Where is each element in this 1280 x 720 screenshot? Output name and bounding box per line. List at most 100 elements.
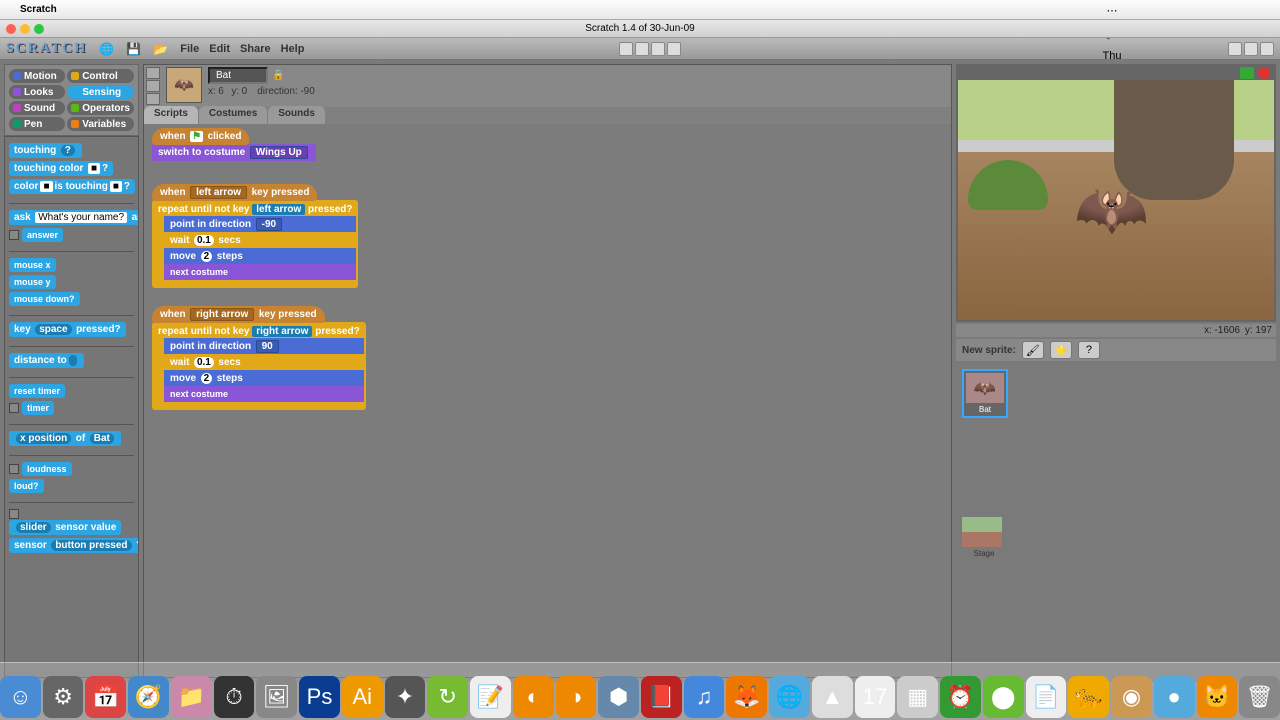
loudness-block[interactable]: loudness — [22, 462, 72, 476]
distance-block[interactable]: distance to — [9, 353, 84, 368]
edit-menu[interactable]: Edit — [209, 43, 230, 55]
mousex-block[interactable]: mouse x — [9, 258, 56, 272]
stamp-tool[interactable] — [619, 42, 633, 56]
dock-app-icon[interactable]: ◑ — [556, 676, 597, 718]
next-costume-block[interactable]: next costume — [164, 264, 356, 280]
point-direction-block[interactable]: point in direction -90 — [164, 216, 356, 233]
dock-app-icon[interactable]: 🌐 — [769, 676, 810, 718]
script-stack-1[interactable]: when ⚑ clicked switch to costume Wings U… — [152, 128, 316, 161]
mousedown-block[interactable]: mouse down? — [9, 292, 80, 306]
timer-checkbox[interactable] — [9, 403, 19, 413]
dock-app-icon[interactable]: ◉ — [1111, 676, 1152, 718]
script-stack-2[interactable]: when left arrow key pressed repeat until… — [152, 184, 358, 288]
move-block[interactable]: move 2 steps — [164, 370, 364, 387]
rotation-style-1[interactable] — [146, 67, 160, 79]
script-area[interactable]: when ⚑ clicked switch to costume Wings U… — [144, 124, 951, 677]
sprite-item-bat[interactable]: 🦇 Bat — [962, 369, 1008, 418]
category-looks[interactable]: Looks — [9, 85, 65, 99]
sensor-button-block[interactable]: sensor button pressed ? — [9, 538, 139, 553]
dock-app-icon[interactable]: 📝 — [470, 676, 511, 718]
tab-costumes[interactable]: Costumes — [199, 106, 267, 124]
color-touching-block[interactable]: color■is touching■? — [9, 179, 135, 194]
dock-app-icon[interactable]: Ps — [299, 676, 340, 718]
category-sensing[interactable]: Sensing — [67, 85, 134, 99]
touching-block[interactable]: touching ? — [9, 143, 82, 158]
dock-app-icon[interactable]: Ai — [342, 676, 383, 718]
sprite-name-input[interactable] — [208, 67, 268, 84]
dock-app-icon[interactable]: ● — [1154, 676, 1195, 718]
mousey-block[interactable]: mouse y — [9, 275, 56, 289]
dock-app-icon[interactable]: 🧭 — [128, 676, 169, 718]
move-block[interactable]: move 2 steps — [164, 248, 356, 265]
choose-sprite-button[interactable]: ⭐ — [1050, 341, 1072, 359]
minimize-window-button[interactable] — [20, 24, 30, 34]
when-key-pressed-hat[interactable]: when right arrow key pressed — [152, 306, 325, 323]
ask-block[interactable]: ask What's your name? and wait — [9, 210, 139, 225]
help-menu[interactable]: Help — [281, 43, 305, 55]
paint-sprite-button[interactable]: 🖌 — [1022, 341, 1044, 359]
small-stage-button[interactable] — [1228, 42, 1242, 56]
dock-app-icon[interactable]: ⏱ — [214, 676, 255, 718]
answer-block[interactable]: answer — [22, 228, 63, 242]
key-pressed-block[interactable]: key space pressed? — [9, 322, 126, 337]
dock-app-icon[interactable]: ⬢ — [598, 676, 639, 718]
point-direction-block[interactable]: point in direction 90 — [164, 338, 364, 355]
zoom-window-button[interactable] — [34, 24, 44, 34]
close-window-button[interactable] — [6, 24, 16, 34]
menubar-icon[interactable]: ⋯ — [1107, 4, 1118, 17]
dock-app-icon[interactable]: 🗑 — [1239, 676, 1280, 718]
category-pen[interactable]: Pen — [9, 117, 65, 131]
position-of-block[interactable]: x position of Bat — [9, 431, 121, 446]
globe-icon[interactable]: 🌐 — [99, 42, 114, 56]
dock-app-icon[interactable]: ▦ — [897, 676, 938, 718]
open-icon[interactable]: 📂 — [153, 42, 168, 56]
when-flag-clicked-hat[interactable]: when ⚑ clicked — [152, 128, 249, 145]
dock-app-icon[interactable]: ⏰ — [940, 676, 981, 718]
sensor-value-block[interactable]: slider sensor value — [9, 520, 121, 535]
sprite-thumbnail[interactable]: 🦇 — [166, 67, 202, 103]
dock-app-icon[interactable]: ⚙ — [43, 676, 84, 718]
answer-checkbox[interactable] — [9, 230, 19, 240]
lock-icon[interactable]: 🔒 — [272, 70, 284, 81]
reset-timer-block[interactable]: reset timer — [9, 384, 65, 398]
dock-app-icon[interactable]: 📁 — [171, 676, 212, 718]
dock-app-icon[interactable]: ♫ — [684, 676, 725, 718]
dock-app-icon[interactable]: ◐ — [513, 676, 554, 718]
category-motion[interactable]: Motion — [9, 69, 65, 83]
green-flag-button[interactable] — [1240, 67, 1254, 79]
when-key-pressed-hat[interactable]: when left arrow key pressed — [152, 184, 317, 201]
dock-app-icon[interactable]: 📅 — [85, 676, 126, 718]
dock-app-icon[interactable]: ▲ — [812, 676, 853, 718]
dock-app-icon[interactable]: 🐆 — [1068, 676, 1109, 718]
dock-app-icon[interactable]: ⬤ — [983, 676, 1024, 718]
dock-app-icon[interactable]: ✦ — [385, 676, 426, 718]
dock-app-icon[interactable]: ↻ — [427, 676, 468, 718]
share-menu[interactable]: Share — [240, 43, 271, 55]
presentation-button[interactable] — [1260, 42, 1274, 56]
category-control[interactable]: Control — [67, 69, 134, 83]
dock-app-icon[interactable]: ☺ — [0, 676, 41, 718]
category-sound[interactable]: Sound — [9, 101, 65, 115]
dock-app-icon[interactable]: 🐱 — [1197, 676, 1238, 718]
next-costume-block[interactable]: next costume — [164, 386, 364, 402]
stage[interactable]: 🦇 — [958, 80, 1274, 320]
tab-scripts[interactable]: Scripts — [144, 106, 198, 124]
shrink-tool[interactable] — [667, 42, 681, 56]
cut-tool[interactable] — [635, 42, 649, 56]
stage-item[interactable]: Stage — [962, 517, 1006, 558]
category-operators[interactable]: Operators — [67, 101, 134, 115]
grow-tool[interactable] — [651, 42, 665, 56]
dock-app-icon[interactable]: 📄 — [1026, 676, 1067, 718]
save-icon[interactable]: 💾 — [126, 42, 141, 56]
clock-day[interactable]: Thu — [1103, 50, 1122, 62]
dock-app-icon[interactable]: 17 — [855, 676, 896, 718]
repeat-until-block[interactable]: repeat until not key right arrow pressed… — [152, 322, 366, 410]
script-stack-3[interactable]: when right arrow key pressed repeat unti… — [152, 306, 366, 410]
stage-sprite-bat[interactable]: 🦇 — [1074, 180, 1154, 270]
large-stage-button[interactable] — [1244, 42, 1258, 56]
touching-color-block[interactable]: touching color ■? — [9, 161, 113, 176]
rotation-style-2[interactable] — [146, 80, 160, 92]
switch-costume-block[interactable]: switch to costume Wings Up — [152, 144, 316, 161]
dock-app-icon[interactable]: 🦊 — [726, 676, 767, 718]
random-sprite-button[interactable]: ? — [1078, 341, 1100, 359]
